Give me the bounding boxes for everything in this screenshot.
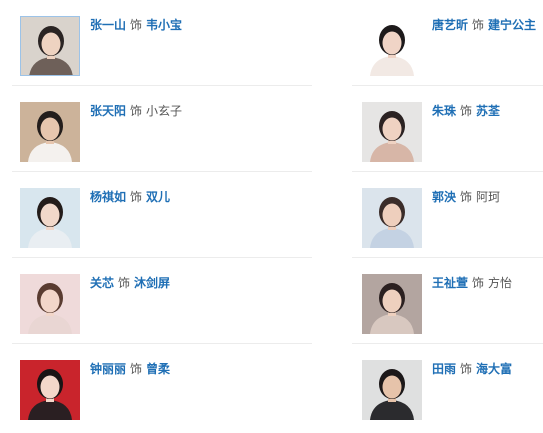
- portrait-image: [362, 274, 422, 334]
- actor-name-link[interactable]: 杨祺如: [90, 190, 126, 204]
- cast-card: 张天阳饰小玄子: [20, 86, 320, 172]
- actor-name-link[interactable]: 田雨: [432, 362, 456, 376]
- portrait-face: [40, 117, 60, 141]
- actor-photo[interactable]: [20, 16, 80, 76]
- actor-photo[interactable]: [20, 274, 80, 334]
- cast-credit: 张一山饰韦小宝: [90, 17, 182, 33]
- actor-name-link[interactable]: 钟丽丽: [90, 362, 126, 376]
- portrait-face: [40, 289, 60, 313]
- portrait-image: [362, 188, 422, 248]
- portrait-image: [20, 274, 80, 334]
- cast-card: 唐艺昕饰建宁公主: [362, 0, 543, 86]
- cast-card: 钟丽丽饰曾柔: [20, 344, 320, 430]
- as-word: 饰: [460, 190, 473, 204]
- cast-row: 关芯饰沐剑屏 王祉萱饰方怡: [12, 258, 543, 344]
- as-word: 饰: [472, 18, 485, 32]
- cast-row: 张天阳饰小玄子 朱珠饰苏荃: [12, 86, 543, 172]
- portrait-face: [40, 203, 60, 227]
- role-name-link[interactable]: 海大富: [476, 362, 512, 376]
- role-name-link[interactable]: 方怡: [488, 276, 512, 290]
- cast-card: 田雨饰海大富: [362, 344, 543, 430]
- cast-credit: 田雨饰海大富: [432, 361, 512, 377]
- cast-credit: 张天阳饰小玄子: [90, 103, 182, 119]
- role-name-link[interactable]: 韦小宝: [146, 18, 182, 32]
- actor-photo[interactable]: [362, 274, 422, 334]
- cast-credit: 钟丽丽饰曾柔: [90, 361, 170, 377]
- portrait-face: [382, 375, 402, 399]
- cast-card: 杨祺如饰双儿: [20, 172, 320, 258]
- actor-photo[interactable]: [362, 102, 422, 162]
- actor-name-link[interactable]: 张天阳: [90, 104, 126, 118]
- actor-photo[interactable]: [20, 102, 80, 162]
- cast-credit: 王祉萱饰方怡: [432, 275, 512, 291]
- actor-name-link[interactable]: 朱珠: [432, 104, 456, 118]
- portrait-face: [382, 117, 402, 141]
- cast-credit: 杨祺如饰双儿: [90, 189, 170, 205]
- portrait-image: [362, 16, 422, 76]
- as-word: 饰: [118, 276, 131, 290]
- as-word: 饰: [472, 276, 485, 290]
- as-word: 饰: [130, 18, 143, 32]
- as-word: 饰: [130, 104, 143, 118]
- cast-card: 张一山饰韦小宝: [20, 0, 320, 86]
- cast-card: 朱珠饰苏荃: [362, 86, 543, 172]
- portrait-image: [20, 102, 80, 162]
- role-name-link[interactable]: 阿珂: [476, 190, 500, 204]
- portrait-face: [40, 375, 60, 399]
- portrait-face: [382, 31, 402, 55]
- cast-credit: 唐艺昕饰建宁公主: [432, 17, 536, 33]
- cast-credit: 关芯饰沐剑屏: [90, 275, 170, 291]
- actor-photo[interactable]: [362, 188, 422, 248]
- role-name-link[interactable]: 建宁公主: [488, 18, 536, 32]
- as-word: 饰: [130, 190, 143, 204]
- cast-grid: 张一山饰韦小宝 唐艺昕饰建宁公主 张天阳饰小玄子 朱珠饰苏荃 杨祺如 饰 双儿 …: [0, 0, 543, 433]
- as-word: 饰: [130, 362, 143, 376]
- cast-card: 郭泱饰阿珂: [362, 172, 543, 258]
- cast-credit: 郭泱饰阿珂: [432, 189, 500, 205]
- actor-name-link[interactable]: 关芯: [90, 276, 114, 290]
- actor-photo[interactable]: [20, 188, 80, 248]
- actor-name-link[interactable]: 郭泱: [432, 190, 456, 204]
- role-name-link[interactable]: 曾柔: [146, 362, 170, 376]
- cast-row: 钟丽丽饰曾柔 田雨饰海大富: [12, 344, 543, 430]
- actor-name-link[interactable]: 王祉萱: [432, 276, 468, 290]
- portrait-image: [20, 188, 80, 248]
- as-word: 饰: [460, 362, 473, 376]
- portrait-image: [21, 17, 79, 75]
- portrait-image: [362, 360, 422, 420]
- cast-card: 关芯饰沐剑屏: [20, 258, 320, 344]
- actor-photo[interactable]: [362, 16, 422, 76]
- cast-row: 张一山饰韦小宝 唐艺昕饰建宁公主: [12, 0, 543, 86]
- cast-row: 杨祺如饰双儿 郭泱饰阿珂: [12, 172, 543, 258]
- role-name-link[interactable]: 双儿: [146, 190, 170, 204]
- portrait-face: [41, 32, 61, 56]
- role-name-link[interactable]: 小玄子: [146, 104, 182, 118]
- portrait-image: [20, 360, 80, 420]
- role-name-link[interactable]: 沐剑屏: [134, 276, 170, 290]
- portrait-image: [362, 102, 422, 162]
- cast-credit: 朱珠饰苏荃: [432, 103, 500, 119]
- actor-name-link[interactable]: 唐艺昕: [432, 18, 468, 32]
- role-name-link[interactable]: 苏荃: [476, 104, 500, 118]
- actor-name-link[interactable]: 张一山: [90, 18, 126, 32]
- portrait-face: [382, 289, 402, 313]
- as-word: 饰: [460, 104, 473, 118]
- actor-photo[interactable]: [20, 360, 80, 420]
- portrait-face: [382, 203, 402, 227]
- cast-card: 王祉萱饰方怡: [362, 258, 543, 344]
- actor-photo[interactable]: [362, 360, 422, 420]
